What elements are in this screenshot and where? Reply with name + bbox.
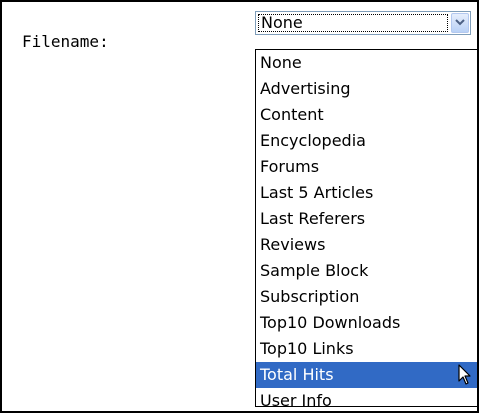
option-none[interactable]: None (256, 50, 477, 76)
option-user-info[interactable]: User Info (256, 388, 477, 414)
chevron-down-icon (455, 19, 465, 26)
option-last-5-articles[interactable]: Last 5 Articles (256, 180, 477, 206)
option-encyclopedia[interactable]: Encyclopedia (256, 128, 477, 154)
option-sample-block[interactable]: Sample Block (256, 258, 477, 284)
option-reviews[interactable]: Reviews (256, 232, 477, 258)
option-top10-links[interactable]: Top10 Links (256, 336, 477, 362)
option-top10-downloads[interactable]: Top10 Downloads (256, 310, 477, 336)
filename-label: Filename: (22, 32, 109, 51)
filename-options-list[interactable]: None Advertising Content Encyclopedia Fo… (255, 49, 478, 410)
option-subscription[interactable]: Subscription (256, 284, 477, 310)
form-panel: Filename: None None Advertising Content … (0, 0, 479, 413)
mouse-pointer-icon (458, 364, 471, 385)
option-content[interactable]: Content (256, 102, 477, 128)
option-forums[interactable]: Forums (256, 154, 477, 180)
filename-select[interactable]: None (255, 11, 471, 35)
option-last-referers[interactable]: Last Referers (256, 206, 477, 232)
filename-select-value: None (258, 14, 448, 32)
option-advertising[interactable]: Advertising (256, 76, 477, 102)
option-total-hits[interactable]: Total Hits (256, 362, 477, 388)
dropdown-button[interactable] (451, 13, 469, 33)
